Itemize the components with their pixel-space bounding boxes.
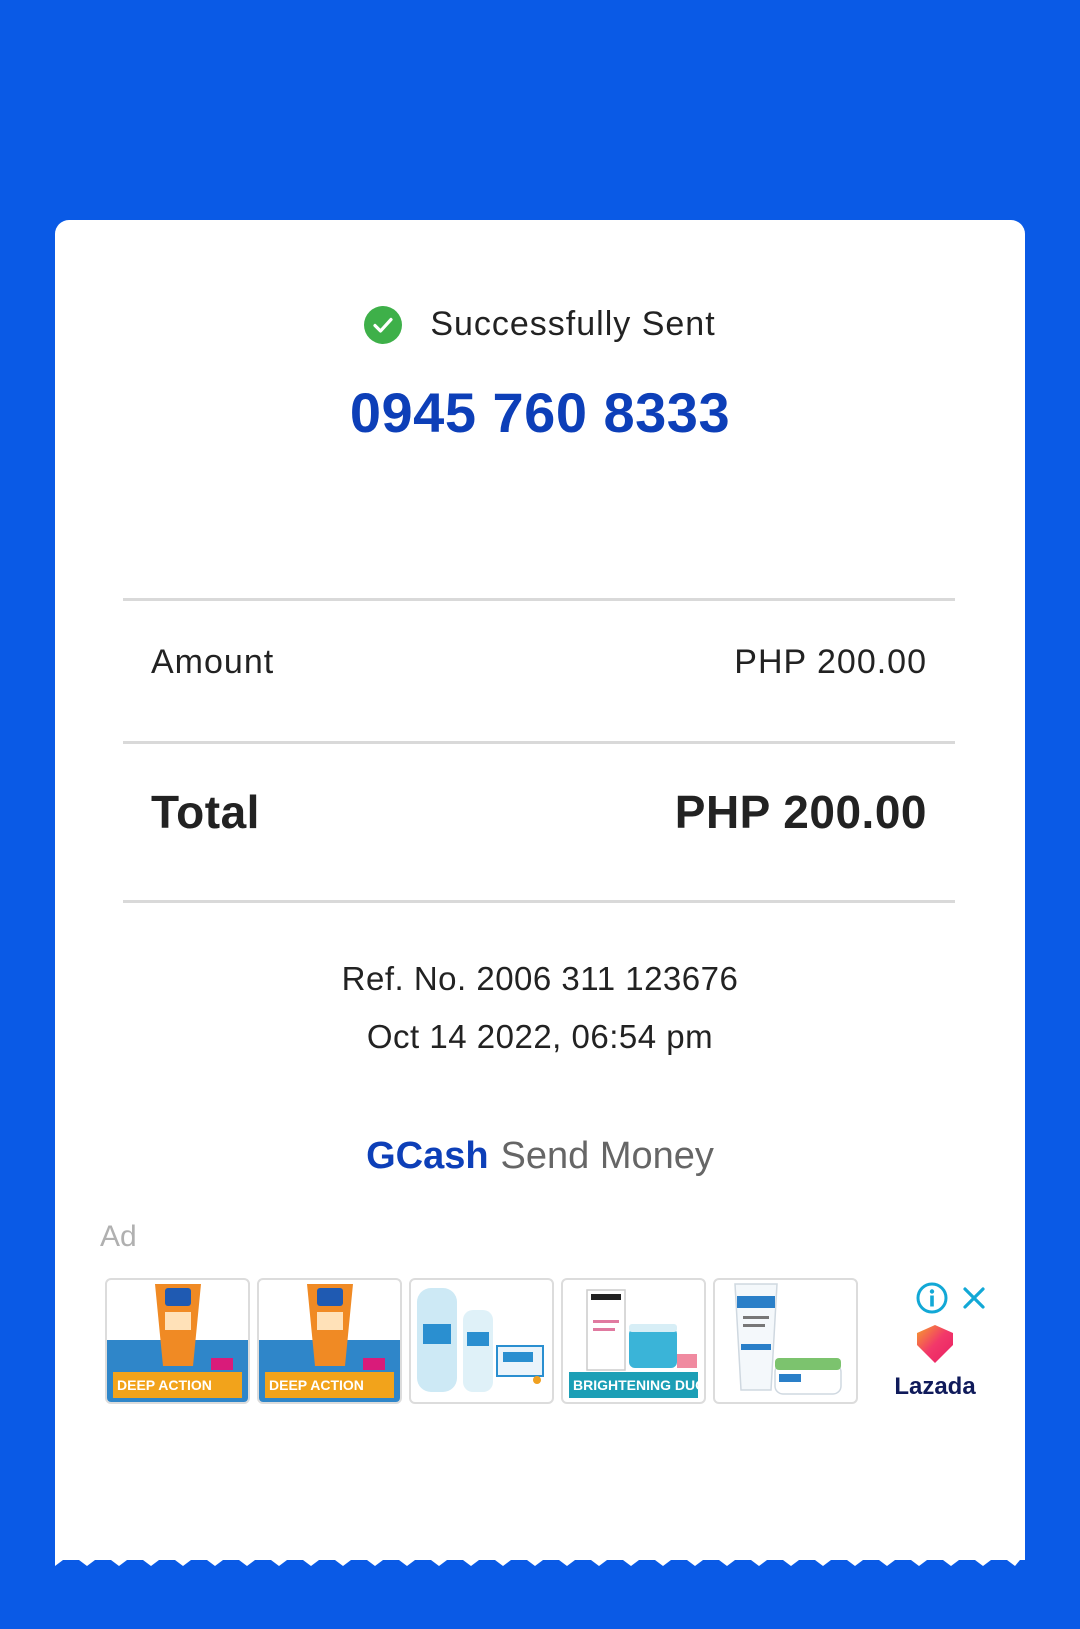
ad-product-strip[interactable]: DEEP ACTION DEEP ACTION BRIGHTENING DUO: [105, 1278, 858, 1404]
amount-value: PHP 200.00: [734, 643, 927, 681]
close-icon[interactable]: [959, 1283, 989, 1313]
receipt-card: Successfully Sent 0945 760 8333 Amount P…: [55, 220, 1025, 1560]
info-icon[interactable]: [915, 1281, 949, 1315]
ad-product-tile[interactable]: DEEP ACTION: [257, 1278, 402, 1404]
divider: [123, 598, 955, 601]
status-row: Successfully Sent: [55, 305, 1025, 344]
receipt-torn-edge: [55, 1538, 1025, 1566]
divider: [123, 741, 955, 744]
cetaphil-products-image: [734, 1283, 842, 1395]
transaction-date: Oct 14 2022, 06:54 pm: [366, 1018, 714, 1055]
total-label: Total: [151, 786, 260, 838]
ad-banner: DEEP ACTION: [265, 1372, 394, 1398]
ad-product-tile[interactable]: [409, 1278, 554, 1404]
lazada-logo-text: Lazada: [894, 1373, 976, 1400]
ad-product-tile[interactable]: BRIGHTENING DUO: [561, 1278, 706, 1404]
reference-number: Ref. No. 2006 311 123676: [341, 960, 739, 997]
service-name: Send Money: [500, 1135, 714, 1177]
service-footer: GCash Send Money: [55, 1135, 1025, 1178]
ad-product-tile[interactable]: DEEP ACTION: [105, 1278, 250, 1404]
ad-banner: DEEP ACTION: [113, 1372, 242, 1398]
total-value: PHP 200.00: [674, 786, 927, 838]
amount-label: Amount: [151, 643, 275, 681]
ad-product-tile[interactable]: [713, 1278, 858, 1404]
recipient-number: 0945 760 8333: [349, 381, 731, 444]
gcash-brand: GCash: [366, 1135, 489, 1177]
lazada-logo-icon: [917, 1325, 953, 1363]
amount-row: Amount PHP 200.00: [151, 643, 927, 682]
check-circle-icon: [364, 305, 403, 344]
status-text: Successfully Sent: [430, 305, 716, 343]
baby-wash-bottles-image: [417, 1288, 544, 1392]
ad-label: Ad: [100, 1220, 137, 1253]
divider: [123, 900, 955, 903]
ad-banner: BRIGHTENING DUO: [569, 1372, 698, 1398]
ad-controls: Lazada: [875, 1275, 985, 1405]
total-row: Total PHP 200.00: [151, 785, 927, 839]
